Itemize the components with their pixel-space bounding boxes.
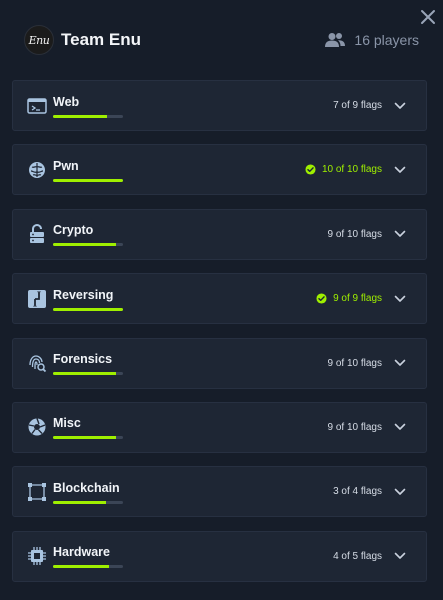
chevron-down-icon[interactable] [394,551,406,561]
category-card[interactable]: Pwn 10 of 10 flags [12,144,427,196]
check-circle-icon [305,164,316,175]
category-name: Web [53,94,80,109]
category-name: Hardware [53,545,110,560]
category-name: Misc [53,416,81,431]
progress-bar [53,436,123,440]
flags-label: 9 of 10 flags [327,421,382,433]
category-name: Pwn [53,158,79,173]
progress-bar [53,178,123,182]
chevron-down-icon[interactable] [394,422,406,432]
progress-bar [53,372,123,376]
progress-fill [53,500,106,504]
flags-label: 3 of 4 flags [333,486,382,498]
progress-fill [53,114,108,118]
flags-status: 3 of 4 flags [333,467,382,516]
unlock-server-icon [27,224,47,244]
progress-fill [53,243,116,247]
category-list: Web 7 of 9 flags Pwn 10 of 10 flags Cryp… [12,80,427,595]
category-card[interactable]: Forensics 9 of 10 flags [12,337,427,389]
category-card[interactable]: Hardware 4 of 5 flags [12,530,427,582]
brain-icon [27,160,47,180]
flags-status: 4 of 5 flags [333,532,382,581]
flags-label: 9 of 10 flags [327,228,382,240]
chevron-down-icon[interactable] [394,358,406,368]
chevron-down-icon[interactable] [394,165,406,175]
flags-status: 9 of 10 flags [328,339,382,388]
chevron-down-icon[interactable] [394,294,406,304]
chevron-down-icon[interactable] [394,487,406,497]
aperture-icon [27,417,47,437]
category-name: Blockchain [53,480,120,495]
category-card[interactable]: Crypto 9 of 10 flags [12,208,427,260]
progress-fill [53,372,116,376]
team-logo: Enu [24,25,54,55]
flags-status: 9 of 9 flags [316,274,382,323]
close-icon[interactable] [419,8,437,26]
flags-label: 9 of 10 flags [327,357,382,369]
players-label: 16 players [354,32,419,48]
flags-status: 9 of 10 flags [328,403,382,452]
category-card[interactable]: Blockchain 3 of 4 flags [12,466,427,518]
close-button[interactable] [419,8,437,26]
category-card[interactable]: Web 7 of 9 flags [12,80,427,131]
progress-bar [53,307,123,311]
terminal-window-icon [27,96,47,116]
flags-status: 10 of 10 flags [305,145,382,194]
reverse-arrows-icon [27,289,47,309]
flags-label: 7 of 9 flags [333,100,382,111]
chevron-down-icon[interactable] [394,229,406,239]
chevron-down-icon[interactable] [394,101,406,111]
progress-bar [53,565,123,569]
category-card[interactable]: Reversing 9 of 9 flags [12,273,427,325]
flags-status: 7 of 9 flags [333,81,382,130]
category-name: Crypto [53,223,94,238]
flags-label: 10 of 10 flags [321,164,382,176]
progress-fill [53,178,123,182]
team-name: Team Enu [61,30,141,49]
check-circle-icon [316,293,327,304]
progress-bar [53,114,123,118]
fingerprint-search-icon [27,353,47,373]
users-icon [325,33,346,47]
players-count: 16 players [324,32,419,48]
flags-status: 9 of 10 flags [328,210,382,259]
category-name: Reversing [53,287,114,302]
flags-label: 9 of 9 flags [333,293,382,305]
blockchain-nodes-icon [27,482,47,502]
progress-bar [53,243,123,247]
progress-bar [53,500,123,504]
progress-fill [53,565,109,569]
team-header: Enu Team Enu 16 players [24,22,419,58]
category-name: Forensics [53,352,113,367]
chip-icon [27,546,47,566]
category-card[interactable]: Misc 9 of 10 flags [12,401,427,453]
progress-fill [53,307,123,311]
flags-label: 4 of 5 flags [333,550,382,562]
progress-fill [53,436,116,440]
